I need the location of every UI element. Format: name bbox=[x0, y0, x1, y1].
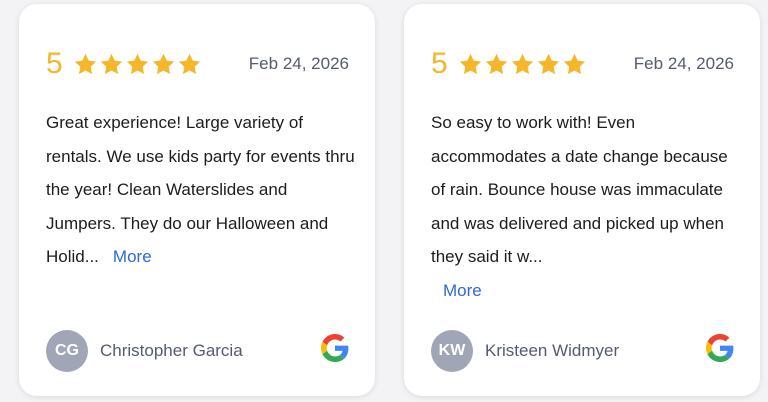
review-date: Feb 24, 2026 bbox=[248, 54, 349, 73]
rating-value: 5 bbox=[46, 47, 63, 80]
more-link[interactable]: More bbox=[113, 247, 152, 266]
star-icon bbox=[153, 53, 175, 74]
star-rating bbox=[458, 52, 589, 77]
star-icon bbox=[564, 53, 586, 74]
review-body: So easy to work with! Even accommodates … bbox=[431, 113, 728, 266]
star-icon bbox=[179, 53, 201, 74]
star-icon bbox=[459, 53, 481, 74]
review-body: Great experience! Large variety of renta… bbox=[46, 113, 355, 266]
star-icon bbox=[538, 53, 560, 74]
rating-value: 5 bbox=[431, 47, 448, 80]
author-name: Christopher Garcia bbox=[100, 341, 243, 360]
rating: 5 bbox=[46, 44, 204, 84]
star-icon bbox=[511, 53, 534, 74]
review-author: KW Kristeen Widmyer bbox=[431, 330, 619, 372]
star-rating bbox=[73, 52, 204, 77]
review-text: Great experience! Large variety of renta… bbox=[46, 106, 356, 274]
star-icon bbox=[100, 53, 122, 74]
review-card: 5 Feb 24, 2026 So easy to work with! Eve… bbox=[404, 4, 760, 396]
google-icon bbox=[706, 334, 734, 362]
rating: 5 bbox=[431, 44, 589, 84]
review-author: CG Christopher Garcia bbox=[46, 330, 243, 372]
review-date: Feb 24, 2026 bbox=[633, 54, 734, 73]
more-link[interactable]: More bbox=[443, 274, 741, 308]
author-name: Kristeen Widmyer bbox=[485, 341, 620, 360]
avatar: KW bbox=[431, 330, 473, 372]
star-icon bbox=[74, 53, 96, 74]
review-card: 5 Feb 24, 2026 Great experience! Large v… bbox=[19, 4, 375, 396]
review-text: So easy to work with! Even accommodates … bbox=[431, 106, 741, 307]
avatar: CG bbox=[46, 330, 88, 372]
star-icon bbox=[126, 53, 149, 74]
google-icon bbox=[321, 334, 349, 362]
star-icon bbox=[485, 53, 507, 74]
reviews-carousel: 5 Feb 24, 2026 Great experience! Large v… bbox=[0, 0, 768, 402]
